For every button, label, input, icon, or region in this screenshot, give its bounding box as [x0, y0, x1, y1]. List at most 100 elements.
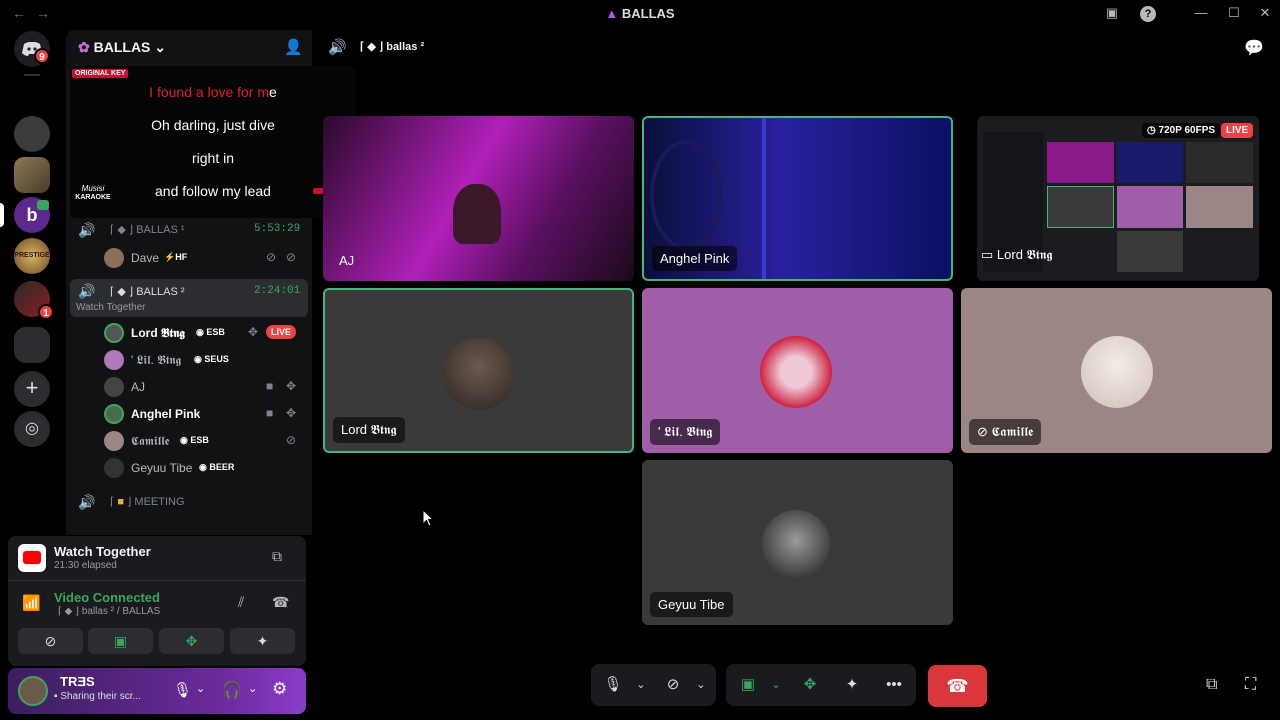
mic-icon[interactable]: 🎙	[173, 681, 192, 699]
channel-name: ⌈ ■ ⌋ MEETING	[110, 496, 185, 508]
inbox-icon[interactable]: ▣	[1101, 5, 1123, 21]
header-channel-name: ⌈ ◆ ⌋ ballas ²	[360, 41, 425, 53]
tile-name: Geyuu Tibe	[650, 592, 733, 617]
lyric-line-1: I found a love for me	[149, 84, 277, 100]
karaoke-logo: Musisi KARAOKE	[75, 184, 111, 201]
chevron-down-icon[interactable]: ⌄	[685, 664, 717, 706]
lyric-line-3: right in	[191, 150, 235, 166]
video-tile-camille[interactable]: ⊘ 𝕮𝖆𝖒𝖎𝖑𝖑𝖊	[961, 288, 1272, 453]
noise-suppression-icon[interactable]: ⫽	[238, 594, 244, 611]
avatar	[104, 458, 124, 478]
headphones-icon[interactable]: 🎧	[222, 680, 242, 700]
channel-activity: Watch Together	[76, 302, 146, 313]
soundboard-button[interactable]: ✦	[230, 628, 295, 654]
tile-name: ' 𝕷𝖎𝖑. 𝕭𝖙𝖓𝖌	[650, 419, 721, 445]
voice-user-anghel[interactable]: Anghel Pink ■ ✥	[66, 401, 312, 427]
tile-name: Lord 𝕭𝖙𝖓𝖌	[333, 417, 405, 443]
activity-icon[interactable]: ✥	[794, 664, 826, 706]
tile-name: ▭ Lord 𝕭𝖙𝖓𝖌	[981, 247, 1053, 262]
home-badge: 9	[34, 48, 50, 64]
maximize-icon[interactable]: ☐	[1223, 5, 1245, 21]
more-icon[interactable]: •••	[878, 664, 910, 706]
chevron-down-icon[interactable]: ⌄	[196, 682, 205, 695]
camera-icon: ■	[266, 406, 274, 420]
activity-elapsed: 21:30 elapsed	[54, 560, 117, 571]
channel-timer: 5:53:29	[254, 223, 301, 235]
voice-status: Video Connected	[54, 590, 160, 605]
soundboard-icon[interactable]: ✦	[836, 664, 868, 706]
compass-icon[interactable]: ◎	[14, 411, 50, 447]
prestige-server-icon[interactable]: PRESTIGE	[14, 238, 50, 274]
avatar	[760, 336, 832, 408]
window-title: ▲ BALLAS	[605, 6, 675, 21]
user-status: ▪ Sharing their scr...	[54, 691, 141, 702]
activity-button[interactable]: ✥	[159, 628, 224, 654]
voice-user-camille[interactable]: 𝕮𝖆𝖒𝖎𝖑𝖑𝖊 ◉ ESB ⊘	[66, 428, 312, 454]
karaoke-key-tag: ORIGINAL KEY	[72, 69, 129, 78]
avatar	[104, 404, 124, 424]
fullscreen-icon[interactable]: ⛶	[1245, 676, 1256, 694]
tile-name: ⊘ 𝕮𝖆𝖒𝖎𝖑𝖑𝖊	[969, 419, 1042, 445]
close-icon[interactable]: ✕	[1254, 5, 1276, 21]
server-name[interactable]: ✿ BALLAS ⌄	[78, 39, 166, 56]
server-icon-1[interactable]	[14, 116, 50, 152]
popout-activity-icon[interactable]: ⧉	[272, 548, 282, 565]
chevron-down-icon[interactable]: ⌄	[248, 682, 257, 695]
stream-tile-lord[interactable]: ◷ 720P 60FPS LIVE ▭ Lord 𝕭𝖙𝖓𝖌	[977, 116, 1259, 281]
user-name: AJ	[131, 380, 146, 394]
user-tag: ◉ BEER	[199, 462, 235, 472]
chat-icon[interactable]: 💬	[1244, 38, 1264, 58]
active-server-pill	[0, 203, 4, 227]
karaoke-overlay: ORIGINAL KEY I found a love for me Oh da…	[70, 66, 356, 218]
voice-location[interactable]: ⌈ ◆ ⌋ ballas ² / BALLAS	[58, 606, 160, 617]
live-badge: LIVE	[266, 325, 297, 339]
voice-channel-meeting[interactable]: 🔊 ⌈ ■ ⌋ MEETING	[66, 489, 312, 515]
rail-divider	[24, 74, 40, 76]
chevron-down-icon[interactable]: ⌄	[760, 664, 792, 706]
mic-muted-icon: ⊘	[977, 424, 988, 439]
video-tile-lil[interactable]: ' 𝕷𝖎𝖑. 𝕭𝖙𝖓𝖌	[642, 288, 953, 453]
user-avatar[interactable]	[18, 676, 48, 706]
minimize-icon[interactable]: —	[1190, 5, 1212, 20]
avatar	[104, 248, 124, 268]
user-name: Anghel Pink	[131, 407, 201, 421]
add-server-icon[interactable]: +	[14, 371, 50, 407]
user-name: TRƎS	[60, 674, 95, 689]
voice-user-lord[interactable]: Lord 𝕭𝖙𝖓𝖌 ◉ ESB ✥ LIVE	[66, 320, 312, 346]
help-icon[interactable]: ?	[1140, 6, 1156, 22]
settings-icon[interactable]: ⚙	[272, 679, 287, 699]
user-tag: ◉ SEUS	[194, 354, 229, 364]
speaker-icon: 🔊	[328, 39, 347, 56]
screen-share-button[interactable]: ▣	[88, 628, 153, 654]
video-tile-anghel-pink[interactable]: Anghel Pink	[642, 116, 953, 281]
server-folder-icon[interactable]	[14, 327, 50, 363]
hangup-button[interactable]: ☎	[928, 665, 987, 707]
voice-channel-ballas-1[interactable]: 🔊 ⌈ ◆ ⌋ BALLAS ¹ 5:53:29	[66, 217, 312, 243]
avatar	[443, 338, 515, 410]
popout-icon[interactable]: ⧉	[1206, 676, 1217, 694]
voice-channel-ballas-2[interactable]: 🔊 ⌈ ◆ ⌋ BALLAS ² 2:24:01 Watch Together	[70, 279, 308, 317]
disconnect-icon[interactable]: ☎	[272, 594, 289, 611]
activity-icon: ✥	[286, 406, 297, 420]
activity-icon: ✥	[248, 325, 259, 339]
voice-user-geyuu[interactable]: Geyuu Tibe ◉ BEER	[66, 455, 312, 481]
chevron-down-icon[interactable]: ⌄	[625, 664, 657, 706]
voice-user-lil[interactable]: ' 𝕷𝖎𝖑. 𝕭𝖙𝖓𝖌 ◉ SEUS	[66, 347, 312, 373]
camera-toggle-button[interactable]: ⊘	[18, 628, 83, 654]
avatar	[104, 350, 124, 370]
video-tile-geyuu[interactable]: Geyuu Tibe	[642, 460, 953, 625]
activity-icon: ✥	[286, 379, 297, 393]
video-tile-lord[interactable]: Lord 𝕭𝖙𝖓𝖌	[323, 288, 634, 453]
voice-user-dave[interactable]: Dave ⚡HF ⊘ ⊘	[66, 245, 312, 271]
share-controls-group: ▣ ⌄ ✥ ✦ •••	[726, 664, 916, 706]
server-icon-2[interactable]	[14, 157, 50, 193]
video-tile-aj[interactable]: AJ	[323, 116, 634, 281]
server-glyph-icon: ▲	[605, 6, 619, 21]
server-badge: 1	[38, 304, 54, 320]
user-name: 𝕮𝖆𝖒𝖎𝖑𝖑𝖊	[131, 434, 170, 448]
mic-muted-icon: ⊘	[266, 250, 277, 264]
add-member-icon[interactable]: 👤	[284, 38, 303, 56]
voice-user-aj[interactable]: AJ ■ ✥	[66, 374, 312, 400]
fan-shape	[650, 140, 722, 250]
camera-icon: ■	[266, 379, 274, 393]
